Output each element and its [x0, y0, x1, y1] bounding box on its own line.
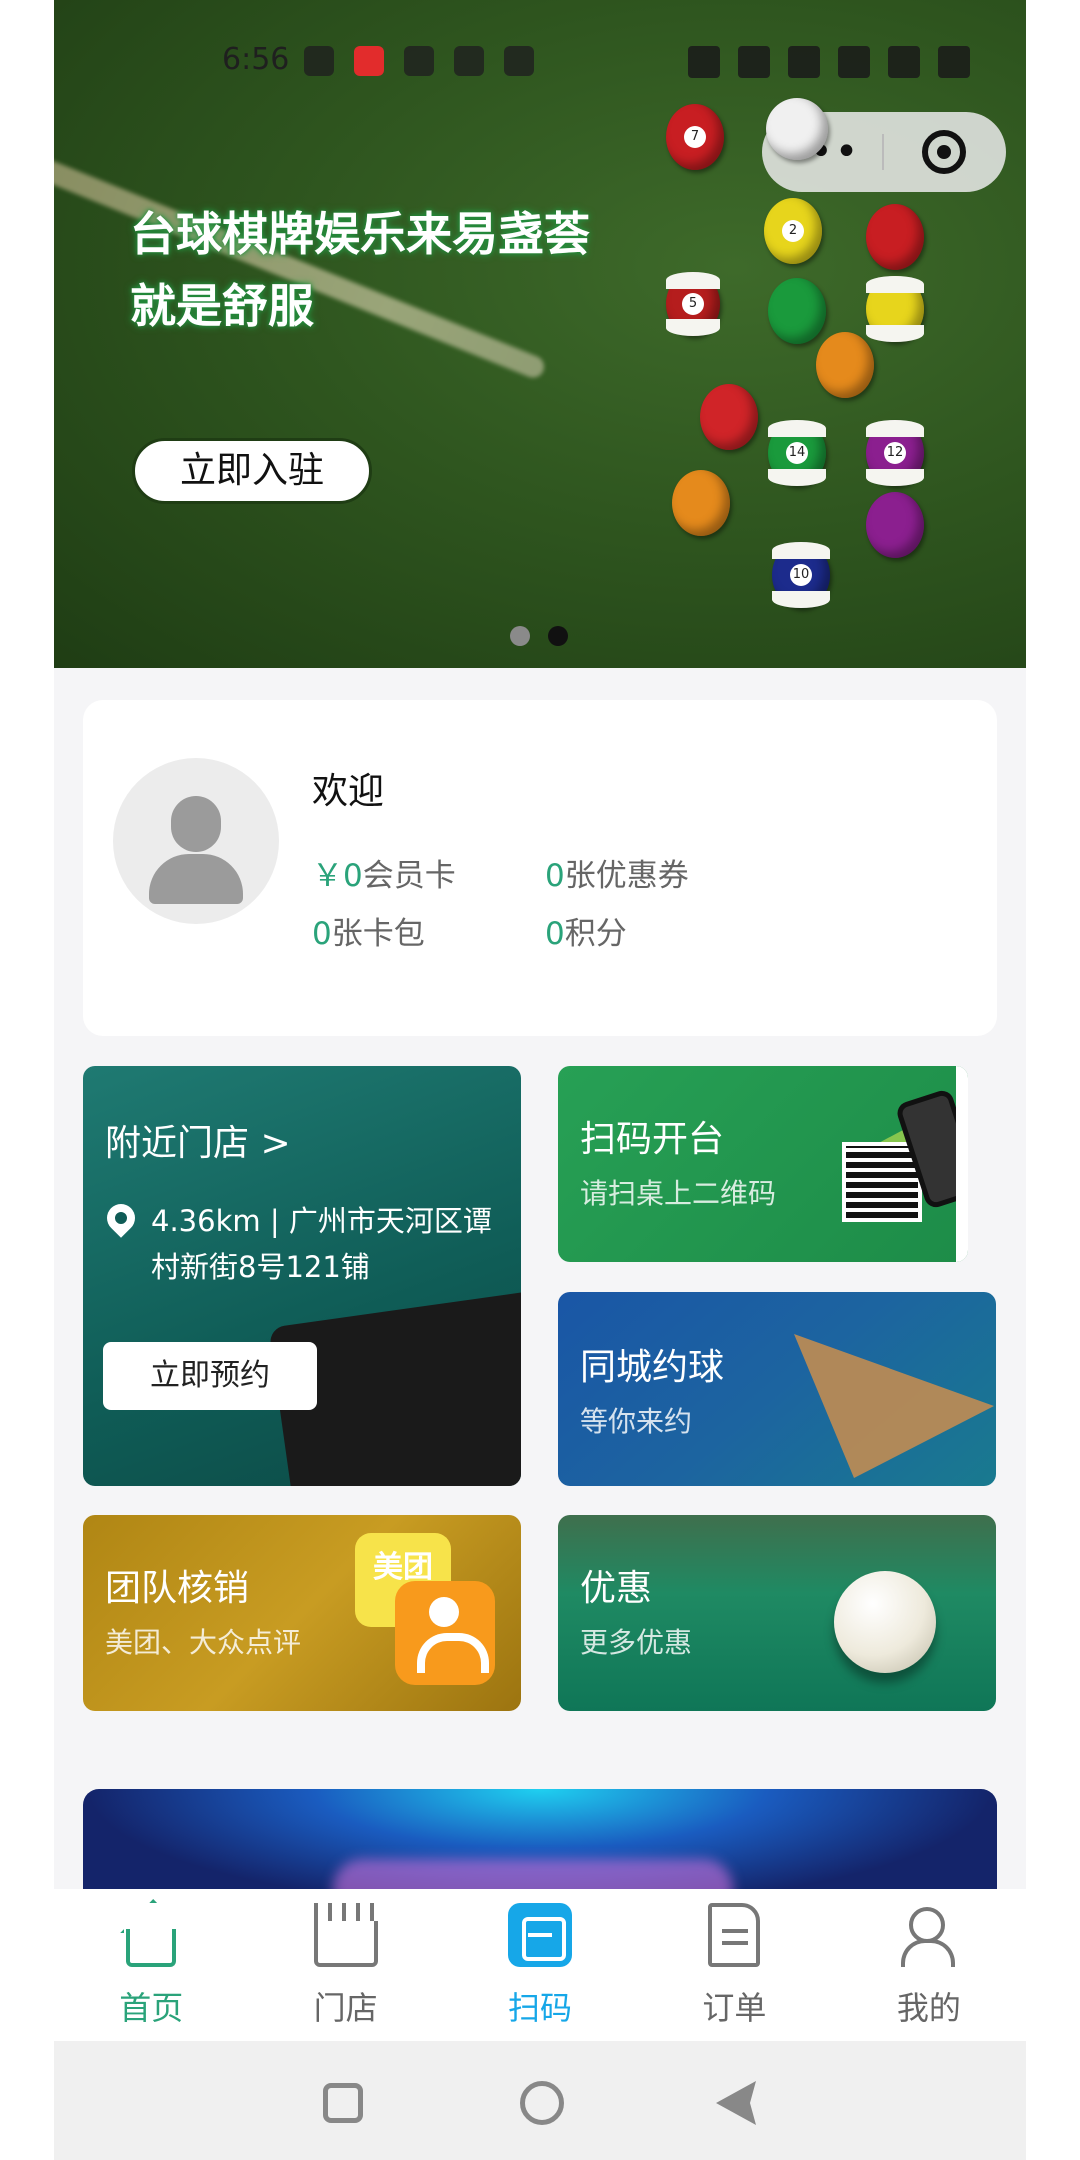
scan-subtitle: 请扫桌上二维码	[580, 1177, 777, 1210]
tab-scan[interactable]: 扫码	[443, 1889, 637, 2041]
signal-icon	[838, 46, 870, 78]
scan-table-tile[interactable]: 扫码开台 请扫桌上二维码	[558, 1066, 968, 1262]
promo-banner[interactable]: 6:56 ••• 台球棋牌娱乐来易盏荟 就是舒服 立即入驻 7 2 5 14 1…	[54, 0, 1026, 668]
tab-orders[interactable]: 订单	[637, 1889, 831, 2041]
city-match-tile[interactable]: 同城约球 等你来约	[558, 1292, 996, 1486]
phone-screen: 6:56 ••• 台球棋牌娱乐来易盏荟 就是舒服 立即入驻 7 2 5 14 1…	[54, 0, 1026, 2160]
triangle-rack-image	[794, 1334, 994, 1478]
status-bar: 6:56	[54, 38, 1026, 88]
message-icon	[504, 46, 534, 76]
tab-label: 我的	[896, 1989, 961, 2027]
card-wallet-stat[interactable]: 0张卡包	[312, 908, 425, 953]
location-pin-icon	[101, 1198, 141, 1238]
status-time: 6:56	[222, 42, 290, 77]
battery-icon	[938, 46, 970, 78]
billiard-ball	[766, 98, 828, 160]
notification-icons	[304, 46, 534, 76]
wechat-icon	[304, 46, 334, 76]
music-app-icon	[354, 46, 384, 76]
billiard-ball: 10	[772, 542, 830, 608]
team-verify-title: 团队核销	[105, 1568, 250, 1609]
tab-me[interactable]: 我的	[832, 1889, 1026, 2041]
tab-home[interactable]: 首页	[54, 1889, 248, 2041]
dianping-logo	[395, 1581, 495, 1685]
carousel-dot[interactable]	[510, 626, 530, 646]
tab-store[interactable]: 门店	[248, 1889, 442, 2041]
chat-bubble-icon	[454, 46, 484, 76]
billiard-ball	[866, 276, 924, 342]
city-match-title: 同城约球	[580, 1347, 725, 1388]
nearby-store-tile[interactable]: 附近门店 > 4.36km | 广州市天河区谭村新街8号121铺 立即预约	[83, 1066, 521, 1486]
billiard-ball: 12	[866, 420, 924, 486]
bottom-tab-bar: 首页 门店 扫码 订单 我的	[54, 1889, 1026, 2041]
billiard-ball	[672, 470, 730, 536]
avatar[interactable]	[113, 758, 279, 924]
system-nav-bar	[54, 2041, 1026, 2160]
billiard-ball	[816, 332, 874, 398]
billiard-ball	[866, 204, 924, 270]
membership-card-stat[interactable]: ￥0会员卡	[312, 850, 456, 895]
billiard-ball: 2	[764, 198, 822, 264]
book-now-button[interactable]: 立即预约	[103, 1342, 317, 1410]
store-icon	[313, 1903, 378, 1967]
store-address: 4.36km | 广州市天河区谭村新街8号121铺	[151, 1204, 492, 1284]
profile-icon	[897, 1903, 961, 1967]
carousel-dot-active[interactable]	[548, 626, 568, 646]
join-button[interactable]: 立即入驻	[132, 438, 372, 504]
mute-icon	[788, 46, 820, 78]
cue-ball-image	[834, 1571, 936, 1673]
team-verify-tile[interactable]: 团队核销 美团、大众点评 美团	[83, 1515, 521, 1711]
home-circle-icon[interactable]	[520, 2081, 564, 2125]
deals-title: 优惠	[580, 1568, 653, 1609]
member-card: 欢迎 ￥0会员卡 0张优惠券 0张卡包 0积分	[83, 700, 997, 1036]
welcome-text: 欢迎	[312, 771, 385, 812]
billiard-ball	[866, 492, 924, 558]
alarm-icon	[688, 46, 720, 78]
banner-title: 台球棋牌娱乐来易盏荟 就是舒服	[130, 207, 590, 333]
tab-label: 门店	[313, 1989, 378, 2027]
volte-icon	[738, 46, 770, 78]
scan-title: 扫码开台	[580, 1119, 725, 1160]
points-stat[interactable]: 0积分	[545, 908, 627, 953]
deals-tile[interactable]: 优惠 更多优惠	[558, 1515, 996, 1711]
scan-icon	[508, 1903, 573, 1967]
home-icon	[126, 1929, 177, 1967]
tab-label: 订单	[702, 1989, 767, 2027]
coupon-stat[interactable]: 0张优惠券	[545, 850, 689, 895]
tab-label: 首页	[119, 1989, 184, 2027]
billiard-ball: 14	[768, 420, 826, 486]
billiard-ball	[768, 278, 826, 344]
billiard-ball: 7	[666, 104, 724, 170]
order-icon	[708, 1903, 761, 1967]
nearby-store-title: 附近门店 >	[105, 1123, 291, 1164]
team-verify-subtitle: 美团、大众点评	[105, 1626, 302, 1659]
billiard-ball	[700, 384, 758, 450]
download-icon	[404, 46, 434, 76]
billiard-ball: 5	[666, 272, 720, 336]
deals-subtitle: 更多优惠	[580, 1626, 693, 1659]
city-match-subtitle: 等你来约	[580, 1405, 693, 1438]
tab-label: 扫码	[508, 1989, 573, 2027]
carousel-indicator	[510, 626, 568, 646]
signal-icon	[888, 46, 920, 78]
back-icon[interactable]	[716, 2081, 756, 2125]
close-icon[interactable]	[884, 130, 1004, 174]
recents-icon[interactable]	[323, 2083, 363, 2123]
system-status-icons	[688, 46, 970, 78]
